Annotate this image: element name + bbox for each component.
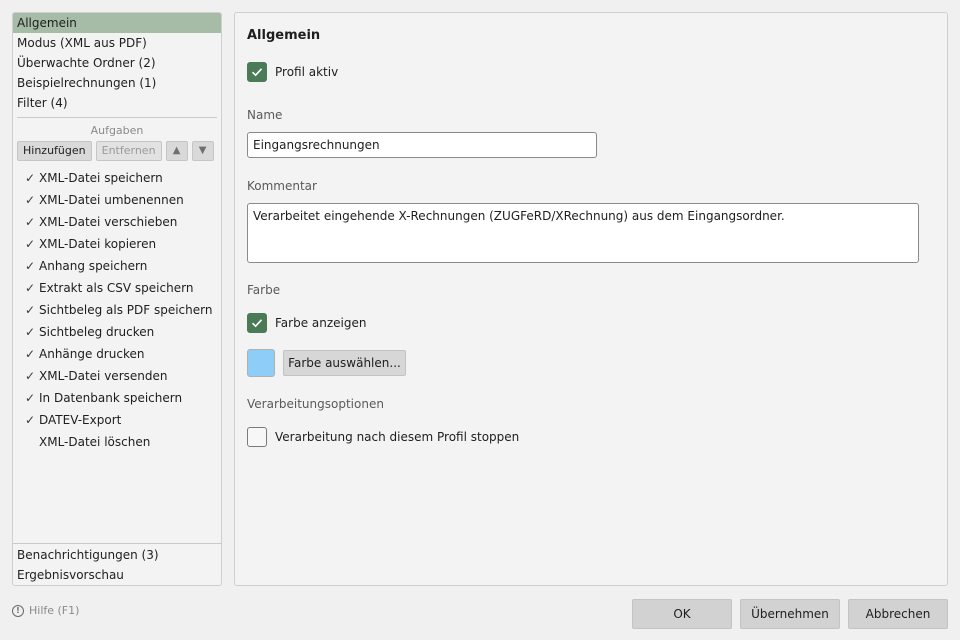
processing-options-label: Verarbeitungsoptionen <box>247 397 384 411</box>
checkmark-icon: ✓ <box>25 325 36 339</box>
color-section-label: Farbe <box>247 283 281 297</box>
checkmark-icon <box>251 68 263 77</box>
task-label: Anhänge drucken <box>39 347 145 361</box>
nav-item-beispielrechnungen[interactable]: Beispielrechnungen (1) <box>13 73 221 93</box>
name-input[interactable]: Eingangsrechnungen <box>247 132 597 158</box>
profile-active-checkbox[interactable] <box>247 62 267 82</box>
tasks-section-title: Aufgaben <box>90 124 144 137</box>
task-label: XML-Datei kopieren <box>39 237 157 251</box>
name-label: Name <box>247 108 283 122</box>
task-label: Sichtbeleg drucken <box>39 325 155 339</box>
nav-item-modus[interactable]: Modus (XML aus PDF) <box>13 33 221 53</box>
color-swatch[interactable] <box>247 349 275 377</box>
task-label: Sichtbeleg als PDF speichern <box>39 303 213 317</box>
checkmark-icon: ✓ <box>25 171 36 185</box>
checkmark-icon <box>251 319 263 328</box>
move-up-button[interactable]: ▲ <box>165 141 188 161</box>
checkmark-icon: ✓ <box>25 281 36 295</box>
task-label: In Datenbank speichern <box>39 391 183 405</box>
comment-label: Kommentar <box>247 179 317 193</box>
move-down-button[interactable]: ▼ <box>191 141 214 161</box>
apply-button[interactable]: Übernehmen <box>740 599 840 629</box>
task-item[interactable]: ✓ XML-Datei umbenennen <box>13 189 221 211</box>
task-label: XML-Datei löschen <box>39 435 151 449</box>
sidebar-bottom-items: Benachrichtigungen (3) Ergebnisvorschau <box>13 543 221 585</box>
profile-active-row[interactable]: Profil aktiv <box>247 62 338 82</box>
show-color-row[interactable]: Farbe anzeigen <box>247 313 366 333</box>
stop-processing-label: Verarbeitung nach diesem Profil stoppen <box>275 430 520 444</box>
task-item[interactable]: ✓ XML-Datei speichern <box>13 167 221 189</box>
tasks-toolbar: Hinzufügen Entfernen ▲ ▼ <box>13 141 221 161</box>
add-task-button[interactable]: Hinzufügen <box>17 141 92 161</box>
task-item[interactable]: ✓ XML-Datei kopieren <box>13 233 221 255</box>
checkmark-icon: ✓ <box>25 193 36 207</box>
nav-item-ergebnisvorschau[interactable]: Ergebnisvorschau <box>13 565 221 585</box>
task-item[interactable]: ✓ Sichtbeleg drucken <box>13 321 221 343</box>
task-label: XML-Datei umbenennen <box>39 193 184 207</box>
task-item[interactable]: ✓ XML-Datei versenden <box>13 365 221 387</box>
help-link[interactable]: ! Hilfe (F1) <box>12 604 79 617</box>
choose-color-button[interactable]: Farbe auswählen... <box>283 350 406 376</box>
divider <box>13 543 221 544</box>
checkmark-icon: ✓ <box>25 347 36 361</box>
nav-item-benachrichtigungen[interactable]: Benachrichtigungen (3) <box>13 545 221 565</box>
arrow-down-icon: ▼ <box>198 145 207 156</box>
help-label: Hilfe (F1) <box>29 604 80 617</box>
checkmark-icon <box>25 431 39 453</box>
checkmark-icon: ✓ <box>25 215 36 229</box>
task-item[interactable]: ✓ Anhang speichern <box>13 255 221 277</box>
cancel-button[interactable]: Abbrechen <box>848 599 948 629</box>
remove-task-button[interactable]: Entfernen <box>95 141 162 161</box>
show-color-label: Farbe anzeigen <box>275 316 367 330</box>
task-label: Anhang speichern <box>39 259 148 273</box>
task-item[interactable]: ✓ DATEV-Export <box>13 409 221 431</box>
arrow-up-icon: ▲ <box>172 145 181 156</box>
task-item[interactable]: ✓ Extrakt als CSV speichern <box>13 277 221 299</box>
page-title: Allgemein <box>247 28 321 43</box>
task-label: Extrakt als CSV speichern <box>39 281 194 295</box>
task-label: XML-Datei verschieben <box>39 215 178 229</box>
help-icon: ! <box>12 604 24 617</box>
checkmark-icon: ✓ <box>25 369 36 383</box>
checkmark-icon: ✓ <box>25 259 36 273</box>
settings-navigation-panel: Allgemein Modus (XML aus PDF) Überwachte… <box>12 12 222 586</box>
general-settings-panel: Allgemein Profil aktiv Name Eingangsrech… <box>234 12 948 586</box>
nav-item-filter[interactable]: Filter (4) <box>13 93 221 113</box>
task-item[interactable]: ✓ In Datenbank speichern <box>13 387 221 409</box>
task-list: ✓ XML-Datei speichern ✓ XML-Datei umbenenn… <box>13 167 221 453</box>
task-item[interactable]: ✓ Anhänge drucken <box>13 343 221 365</box>
task-label: XML-Datei speichern <box>39 171 163 185</box>
stop-processing-checkbox[interactable] <box>247 427 267 447</box>
checkmark-icon: ✓ <box>25 303 36 317</box>
task-label: XML-Datei versenden <box>39 369 168 383</box>
checkmark-icon: ✓ <box>25 413 36 427</box>
task-label: DATEV-Export <box>39 413 122 427</box>
checkmark-icon: ✓ <box>25 391 36 405</box>
stop-processing-row[interactable]: Verarbeitung nach diesem Profil stoppen <box>247 427 519 447</box>
task-item[interactable]: XML-Datei löschen <box>13 431 221 453</box>
task-item[interactable]: ✓ Sichtbeleg als PDF speichern <box>13 299 221 321</box>
task-item[interactable]: ✓ XML-Datei verschieben <box>13 211 221 233</box>
show-color-checkbox[interactable] <box>247 313 267 333</box>
checkmark-icon: ✓ <box>25 237 36 251</box>
profile-active-label: Profil aktiv <box>275 65 339 79</box>
nav-item-ueberwachte-ordner[interactable]: Überwachte Ordner (2) <box>13 53 221 73</box>
divider <box>17 117 217 118</box>
comment-textarea[interactable]: Verarbeitet eingehende X-Rechnungen (ZUG… <box>247 203 919 263</box>
ok-button[interactable]: OK <box>632 599 732 629</box>
nav-item-allgemein[interactable]: Allgemein <box>13 13 221 33</box>
